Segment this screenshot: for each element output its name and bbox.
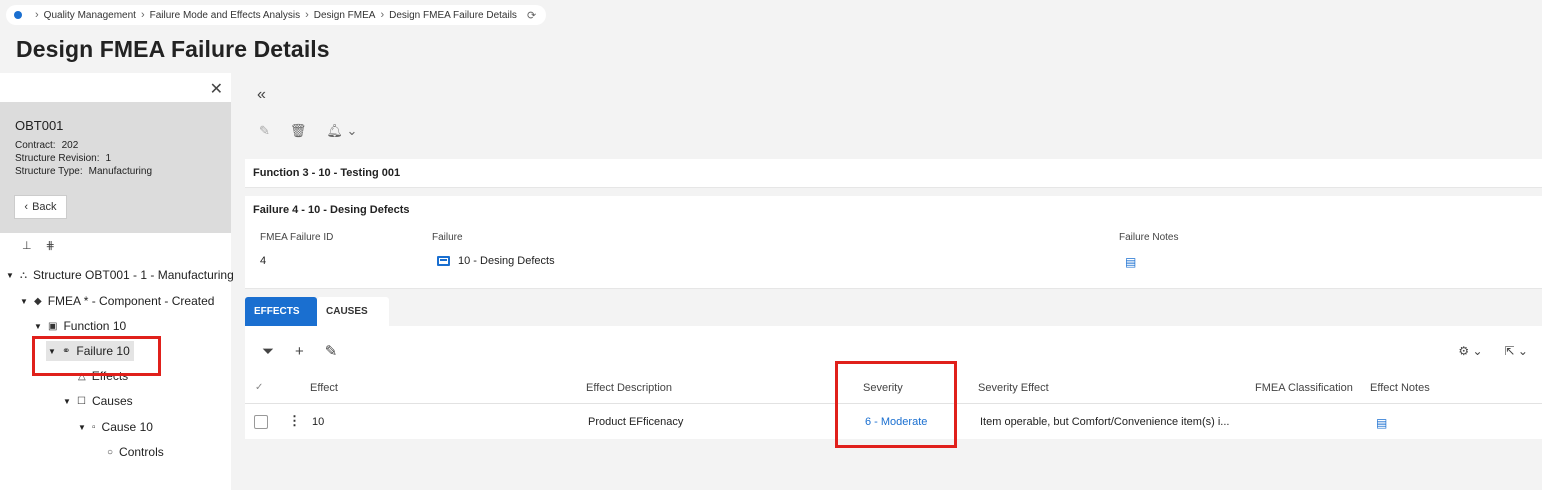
function-card: Function 3 - 10 - Testing 001 bbox=[245, 159, 1542, 188]
column-header-effect-description[interactable]: Effect Description bbox=[586, 382, 672, 394]
highlight-box-failure bbox=[32, 336, 161, 376]
settings-gear-icon[interactable]: ⚙ ⌄ bbox=[1458, 344, 1482, 358]
failure-card: Failure 4 - 10 - Desing Defects FMEA Fai… bbox=[245, 196, 1542, 289]
breadcrumb-item: Design FMEA Failure Details bbox=[389, 9, 517, 21]
caret-down-icon[interactable]: ▼ bbox=[78, 423, 86, 432]
tab-effects[interactable]: EFFECTS bbox=[245, 297, 317, 326]
column-header-fmea-classification[interactable]: FMEA Classification bbox=[1255, 382, 1353, 394]
breadcrumb-item[interactable]: Failure Mode and Effects Analysis bbox=[150, 10, 300, 21]
failure-notes-label: Failure Notes bbox=[1119, 232, 1179, 243]
grid-toolbar: ⏷ + ✎ bbox=[262, 342, 338, 361]
chevron-right-icon: › bbox=[35, 9, 39, 21]
record-code: OBT001 bbox=[15, 118, 64, 133]
tree-node-cause[interactable]: ▼ ▫ Cause 10 bbox=[78, 417, 153, 437]
caret-down-icon[interactable]: ▼ bbox=[34, 322, 42, 331]
notes-icon[interactable]: ▤ bbox=[1376, 416, 1387, 430]
row-menu-icon[interactable]: ⋮ bbox=[288, 413, 301, 429]
cell-effect: 10 bbox=[312, 416, 325, 428]
type-row: Structure Type: Manufacturing bbox=[15, 166, 153, 177]
failure-title: Failure 4 - 10 - Desing Defects bbox=[253, 204, 410, 216]
edit-icon[interactable]: ✎ bbox=[325, 342, 338, 360]
cell-severity-effect: Item operable, but Comfort/Convenience i… bbox=[980, 416, 1230, 428]
tree-node-structure[interactable]: ▼ ⛬ Structure OBT001 - 1 - Manufacturing bbox=[6, 265, 234, 285]
column-header-severity-effect[interactable]: Severity Effect bbox=[978, 382, 1049, 394]
cell-effect-notes[interactable]: ▤ bbox=[1376, 416, 1387, 430]
chevron-right-icon: › bbox=[305, 9, 309, 21]
breadcrumb-item[interactable]: Quality Management bbox=[44, 10, 136, 21]
column-header-effect-notes[interactable]: Effect Notes bbox=[1370, 382, 1430, 394]
function-title: Function 3 - 10 - Testing 001 bbox=[253, 167, 401, 179]
delete-icon[interactable]: 🗑 bbox=[290, 123, 307, 139]
export-icon[interactable]: ⇱ ⌄ bbox=[1505, 344, 1528, 358]
square-icon: ☐ bbox=[77, 395, 86, 407]
cell-effect-description: Product EFficenacy bbox=[588, 416, 684, 428]
contract-row: Contract: 202 bbox=[15, 140, 79, 151]
edit-icon[interactable]: ✎ bbox=[259, 123, 270, 139]
hierarchy-icon: ⛬ bbox=[20, 269, 27, 281]
tab-bar: EFFECTS CAUSES bbox=[245, 297, 389, 326]
column-header-effect[interactable]: Effect bbox=[310, 382, 338, 394]
back-button[interactable]: ‹ Back bbox=[14, 195, 67, 219]
record-header: OBT001 Contract: 202 Structure Revision: 1… bbox=[0, 102, 231, 233]
row-checkbox[interactable] bbox=[254, 415, 268, 429]
chevron-right-icon: › bbox=[380, 9, 385, 21]
tree-node-controls[interactable]: ○ Controls bbox=[107, 442, 164, 462]
failure-notes-value[interactable]: ▤ bbox=[1125, 255, 1136, 269]
tab-causes[interactable]: CAUSES bbox=[317, 297, 389, 326]
circle-icon: ○ bbox=[107, 446, 114, 458]
tree-node-fmea[interactable]: ▼ ◆ FMEA * - Component - Created bbox=[20, 291, 214, 311]
highlight-box-severity bbox=[835, 361, 957, 448]
notification-bell-icon[interactable]: 🔔︎ ⌄ bbox=[326, 123, 357, 139]
caret-down-icon[interactable]: ▼ bbox=[63, 397, 71, 406]
notes-icon[interactable]: ▤ bbox=[1125, 255, 1136, 269]
failure-id-value: 4 bbox=[260, 255, 267, 267]
chevron-left-icon: ‹ bbox=[24, 201, 29, 213]
close-icon[interactable]: ✕ bbox=[210, 79, 223, 99]
select-all-check-icon[interactable]: ✓ bbox=[255, 382, 263, 393]
caret-down-icon[interactable]: ▼ bbox=[20, 297, 28, 306]
tree-node-function[interactable]: ▼ ▣ Function 10 bbox=[34, 316, 126, 336]
chevron-right-icon: › bbox=[140, 9, 145, 21]
small-square-icon: ▫ bbox=[92, 421, 96, 433]
breadcrumb: › Quality Management › Failure Mode and … bbox=[6, 5, 547, 25]
function-icon: ▣ bbox=[48, 320, 58, 332]
record-toolbar: ✎ 🗑 🔔︎ ⌄ bbox=[259, 123, 357, 139]
tree-node-causes[interactable]: ▼ ☐ Causes bbox=[63, 391, 133, 411]
refresh-icon[interactable]: ⟳ bbox=[527, 9, 536, 22]
add-icon[interactable]: + bbox=[295, 343, 304, 360]
page-title: Design FMEA Failure Details bbox=[16, 36, 330, 62]
expand-all-icon[interactable]: ⋕ bbox=[46, 239, 55, 252]
home-dot-icon[interactable] bbox=[14, 11, 22, 19]
caret-down-icon[interactable]: ▼ bbox=[6, 271, 14, 280]
failure-label: Failure bbox=[432, 232, 463, 243]
grid-toolbar-right: ⚙ ⌄ ⇱ ⌄ bbox=[1458, 344, 1528, 358]
fmea-icon: ◆ bbox=[34, 295, 42, 307]
tree-tools: ⊥ ⋕ bbox=[22, 239, 55, 252]
failure-id-label: FMEA Failure ID bbox=[260, 232, 334, 243]
failure-value[interactable]: 10 - Desing Defects bbox=[437, 255, 555, 267]
record-chip-icon bbox=[437, 256, 450, 266]
collapse-panel-icon[interactable]: « bbox=[257, 86, 266, 104]
pin-icon[interactable]: ⊥ bbox=[22, 239, 32, 252]
revision-row: Structure Revision: 1 bbox=[15, 153, 112, 164]
navigator-panel: ✕ OBT001 Contract: 202 Structure Revision… bbox=[0, 73, 234, 490]
filter-icon[interactable]: ⏷ bbox=[262, 343, 274, 360]
breadcrumb-item[interactable]: Design FMEA bbox=[314, 10, 376, 21]
